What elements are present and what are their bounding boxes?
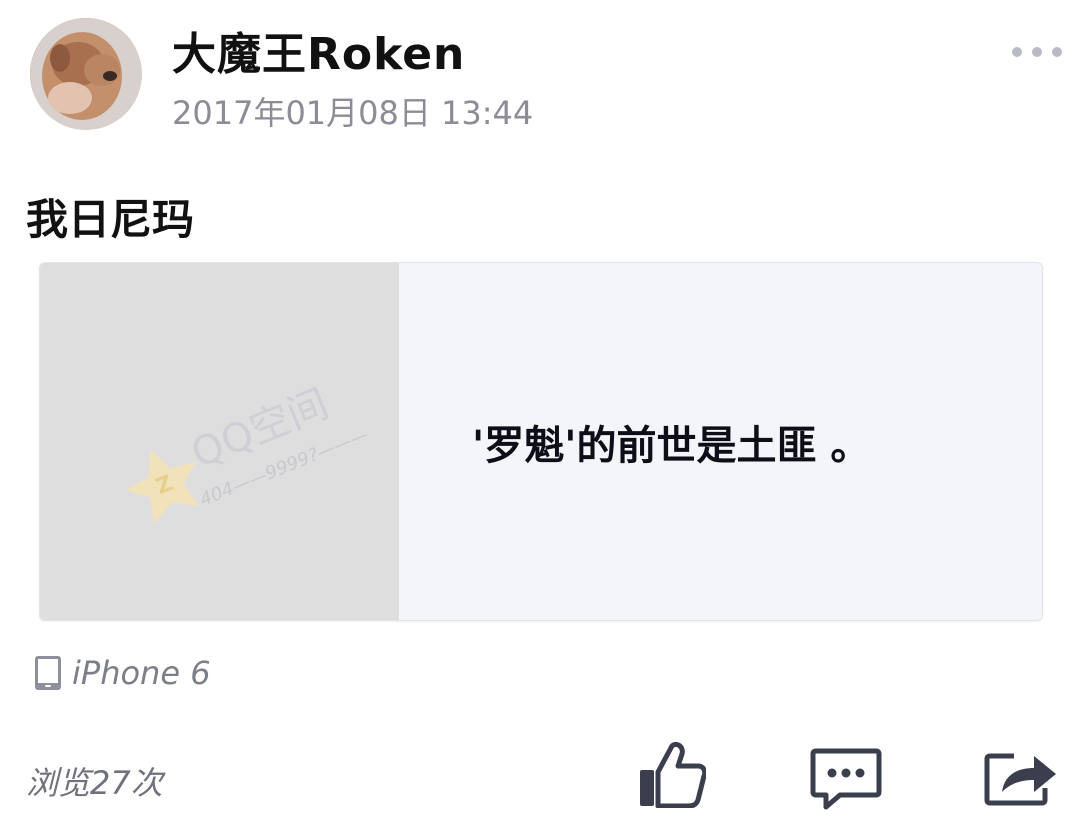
more-dots-icon[interactable] [1012,40,1062,64]
dot [1052,47,1062,57]
share-button[interactable] [984,748,1058,806]
comment-button[interactable] [810,748,882,810]
like-button[interactable] [638,742,706,808]
avatar[interactable] [30,18,142,130]
dot [1012,47,1022,57]
card-thumbnail: Z QQ空间 404——9999?——— [40,263,399,620]
author-name[interactable]: 大魔王Roken [172,18,465,82]
share-icon [984,753,1056,806]
qzone-watermark-icon: Z QQ空间 404——9999?——— [40,263,399,620]
avatar-image [30,18,142,130]
post-timestamp: 2017年01月08日 13:44 [172,94,534,132]
thumbs-up-icon [640,742,706,808]
card-title: '罗魁'的前世是土匪 。 [472,423,871,469]
device-info: iPhone 6 [34,654,211,692]
dot [1032,47,1042,57]
view-count: 浏览27次 [26,764,163,802]
comment-icon [810,748,882,810]
phone-icon [35,656,61,690]
post-text: 我日尼玛 [26,195,195,244]
device-label: iPhone 6 [72,654,211,692]
shared-link-card[interactable]: Z QQ空间 404——9999?——— '罗魁'的前世是土匪 。 [39,262,1043,621]
